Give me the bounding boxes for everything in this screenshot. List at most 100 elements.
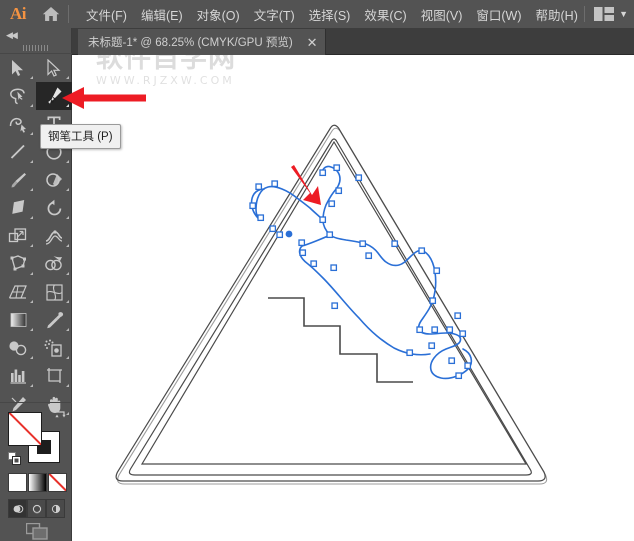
menu-item-list: 文件(F) 编辑(E) 对象(O) 文字(T) 选择(S) 效果(C) 视图(V… bbox=[79, 1, 585, 28]
none-slash-icon bbox=[9, 413, 41, 445]
lasso-tool[interactable] bbox=[0, 82, 36, 110]
line-segment-tool[interactable] bbox=[0, 138, 36, 166]
menu-effect[interactable]: 效果(C) bbox=[357, 1, 413, 28]
tool-flyout-indicator-icon bbox=[66, 244, 69, 247]
tool-row bbox=[0, 194, 72, 222]
tool-flyout-indicator-icon bbox=[66, 300, 69, 303]
perspective-grid-tool[interactable] bbox=[0, 278, 36, 306]
free-transform-tool[interactable] bbox=[0, 250, 36, 278]
collapse-panel-icon[interactable]: ◀◀ bbox=[6, 30, 18, 41]
fill-stroke-area bbox=[0, 402, 72, 541]
tool-flyout-indicator-icon bbox=[66, 76, 69, 79]
tool-row bbox=[0, 278, 72, 306]
app-logo: Ai bbox=[10, 4, 27, 23]
gradient-tool[interactable] bbox=[0, 306, 36, 334]
workspace-layout-icon[interactable] bbox=[594, 7, 615, 21]
tool-flyout-indicator-icon bbox=[30, 160, 33, 163]
tool-flyout-indicator-icon bbox=[66, 188, 69, 191]
draw-normal-button[interactable] bbox=[8, 499, 27, 518]
tool-flyout-indicator-icon bbox=[66, 160, 69, 163]
triangle-inner-rounded bbox=[128, 138, 532, 476]
document-tab-label: 未标题-1* @ 68.25% (CMYK/GPU 预览) bbox=[88, 37, 293, 49]
tools-panel-drag-handle[interactable] bbox=[0, 42, 72, 54]
menu-view[interactable]: 视图(V) bbox=[414, 1, 470, 28]
fill-swatch[interactable] bbox=[8, 412, 42, 446]
tool-row bbox=[0, 306, 72, 334]
tool-flyout-indicator-icon bbox=[30, 356, 33, 359]
triangle-outer bbox=[115, 124, 546, 482]
eyedropper-tool[interactable] bbox=[36, 306, 72, 334]
tool-flyout-indicator-icon bbox=[30, 244, 33, 247]
scale-tool[interactable] bbox=[0, 222, 36, 250]
selected-anchor-point bbox=[285, 230, 293, 238]
artwork-slippery-stairs-sign[interactable] bbox=[72, 55, 634, 541]
swap-fill-stroke-icon[interactable] bbox=[54, 410, 67, 426]
document-tab-bar: 未标题-1* @ 68.25% (CMYK/GPU 预览) ✕ bbox=[72, 28, 634, 55]
tool-flyout-indicator-icon bbox=[30, 328, 33, 331]
fill-stroke-swatches bbox=[8, 410, 67, 465]
mesh-tool[interactable] bbox=[36, 278, 72, 306]
tool-flyout-indicator-icon bbox=[30, 272, 33, 275]
drawing-mode-buttons bbox=[8, 499, 65, 518]
tool-row bbox=[0, 362, 72, 390]
tool-flyout-indicator-icon bbox=[30, 300, 33, 303]
tool-flyout-indicator-icon bbox=[30, 188, 33, 191]
selection-tool[interactable] bbox=[0, 54, 36, 82]
fill-type-buttons bbox=[8, 473, 68, 492]
shaper-tool[interactable] bbox=[36, 166, 72, 194]
shape-builder-tool[interactable] bbox=[36, 250, 72, 278]
none-button[interactable] bbox=[48, 473, 67, 492]
tool-flyout-indicator-icon bbox=[66, 356, 69, 359]
tool-flyout-indicator-icon bbox=[66, 384, 69, 387]
direct-selection-tool[interactable] bbox=[36, 54, 72, 82]
chevron-down-icon[interactable]: ▼ bbox=[619, 9, 628, 19]
artboard-tool[interactable] bbox=[36, 362, 72, 390]
menu-edit[interactable]: 编辑(E) bbox=[134, 1, 190, 28]
stairs-shape bbox=[268, 297, 413, 383]
tool-row bbox=[0, 334, 72, 362]
draw-inside-button[interactable] bbox=[46, 499, 65, 518]
width-tool[interactable] bbox=[36, 222, 72, 250]
menu-divider bbox=[68, 5, 69, 23]
gradient-button[interactable] bbox=[28, 473, 47, 492]
menu-object[interactable]: 对象(O) bbox=[190, 1, 247, 28]
tool-row bbox=[0, 250, 72, 278]
tool-row bbox=[0, 166, 72, 194]
menu-help[interactable]: 帮助(H) bbox=[529, 1, 585, 28]
tools-panel-header: ◀◀ bbox=[0, 28, 72, 42]
rotate-tool[interactable] bbox=[36, 194, 72, 222]
tool-flyout-indicator-icon bbox=[66, 272, 69, 275]
draw-behind-button[interactable] bbox=[27, 499, 46, 518]
tool-row bbox=[0, 54, 72, 82]
illustrator-window: Ai 文件(F) 编辑(E) 对象(O) 文字(T) 选择(S) 效果(C) 视… bbox=[0, 0, 634, 541]
blend-tool[interactable] bbox=[0, 334, 36, 362]
tool-flyout-indicator-icon bbox=[30, 216, 33, 219]
eraser-tool[interactable] bbox=[0, 194, 36, 222]
workspace-divider bbox=[584, 6, 586, 22]
paintbrush-tool[interactable] bbox=[0, 166, 36, 194]
menu-bar: Ai 文件(F) 编辑(E) 对象(O) 文字(T) 选择(S) 效果(C) 视… bbox=[0, 0, 634, 28]
tool-flyout-indicator-icon bbox=[30, 104, 33, 107]
menu-type[interactable]: 文字(T) bbox=[247, 1, 302, 28]
path-anchor-points bbox=[249, 164, 472, 380]
tool-row bbox=[0, 222, 72, 250]
column-graph-tool[interactable] bbox=[0, 362, 36, 390]
change-screen-mode-icon[interactable] bbox=[25, 522, 48, 541]
grip-dots-icon bbox=[23, 44, 49, 51]
tool-flyout-indicator-icon bbox=[66, 216, 69, 219]
document-tab[interactable]: 未标题-1* @ 68.25% (CMYK/GPU 预览) ✕ bbox=[78, 29, 326, 55]
curvature-tool[interactable] bbox=[0, 110, 36, 138]
menu-file[interactable]: 文件(F) bbox=[79, 1, 134, 28]
menu-window[interactable]: 窗口(W) bbox=[469, 1, 528, 28]
close-icon[interactable]: ✕ bbox=[307, 36, 318, 49]
tool-flyout-indicator-icon bbox=[30, 384, 33, 387]
workspace-switcher[interactable]: ▼ bbox=[584, 0, 628, 28]
pen-tool-tooltip: 钢笔工具 (P) bbox=[40, 124, 121, 149]
menu-select[interactable]: 选择(S) bbox=[302, 1, 358, 28]
color-button[interactable] bbox=[8, 473, 27, 492]
default-fill-stroke-icon[interactable] bbox=[8, 452, 22, 471]
home-icon[interactable] bbox=[36, 5, 66, 23]
red-arrow-pointing-to-pen-tool bbox=[60, 85, 146, 116]
artboard-canvas[interactable]: 软件自学网 WWW.RJZXW.COM bbox=[72, 55, 634, 541]
symbol-sprayer-tool[interactable] bbox=[36, 334, 72, 362]
